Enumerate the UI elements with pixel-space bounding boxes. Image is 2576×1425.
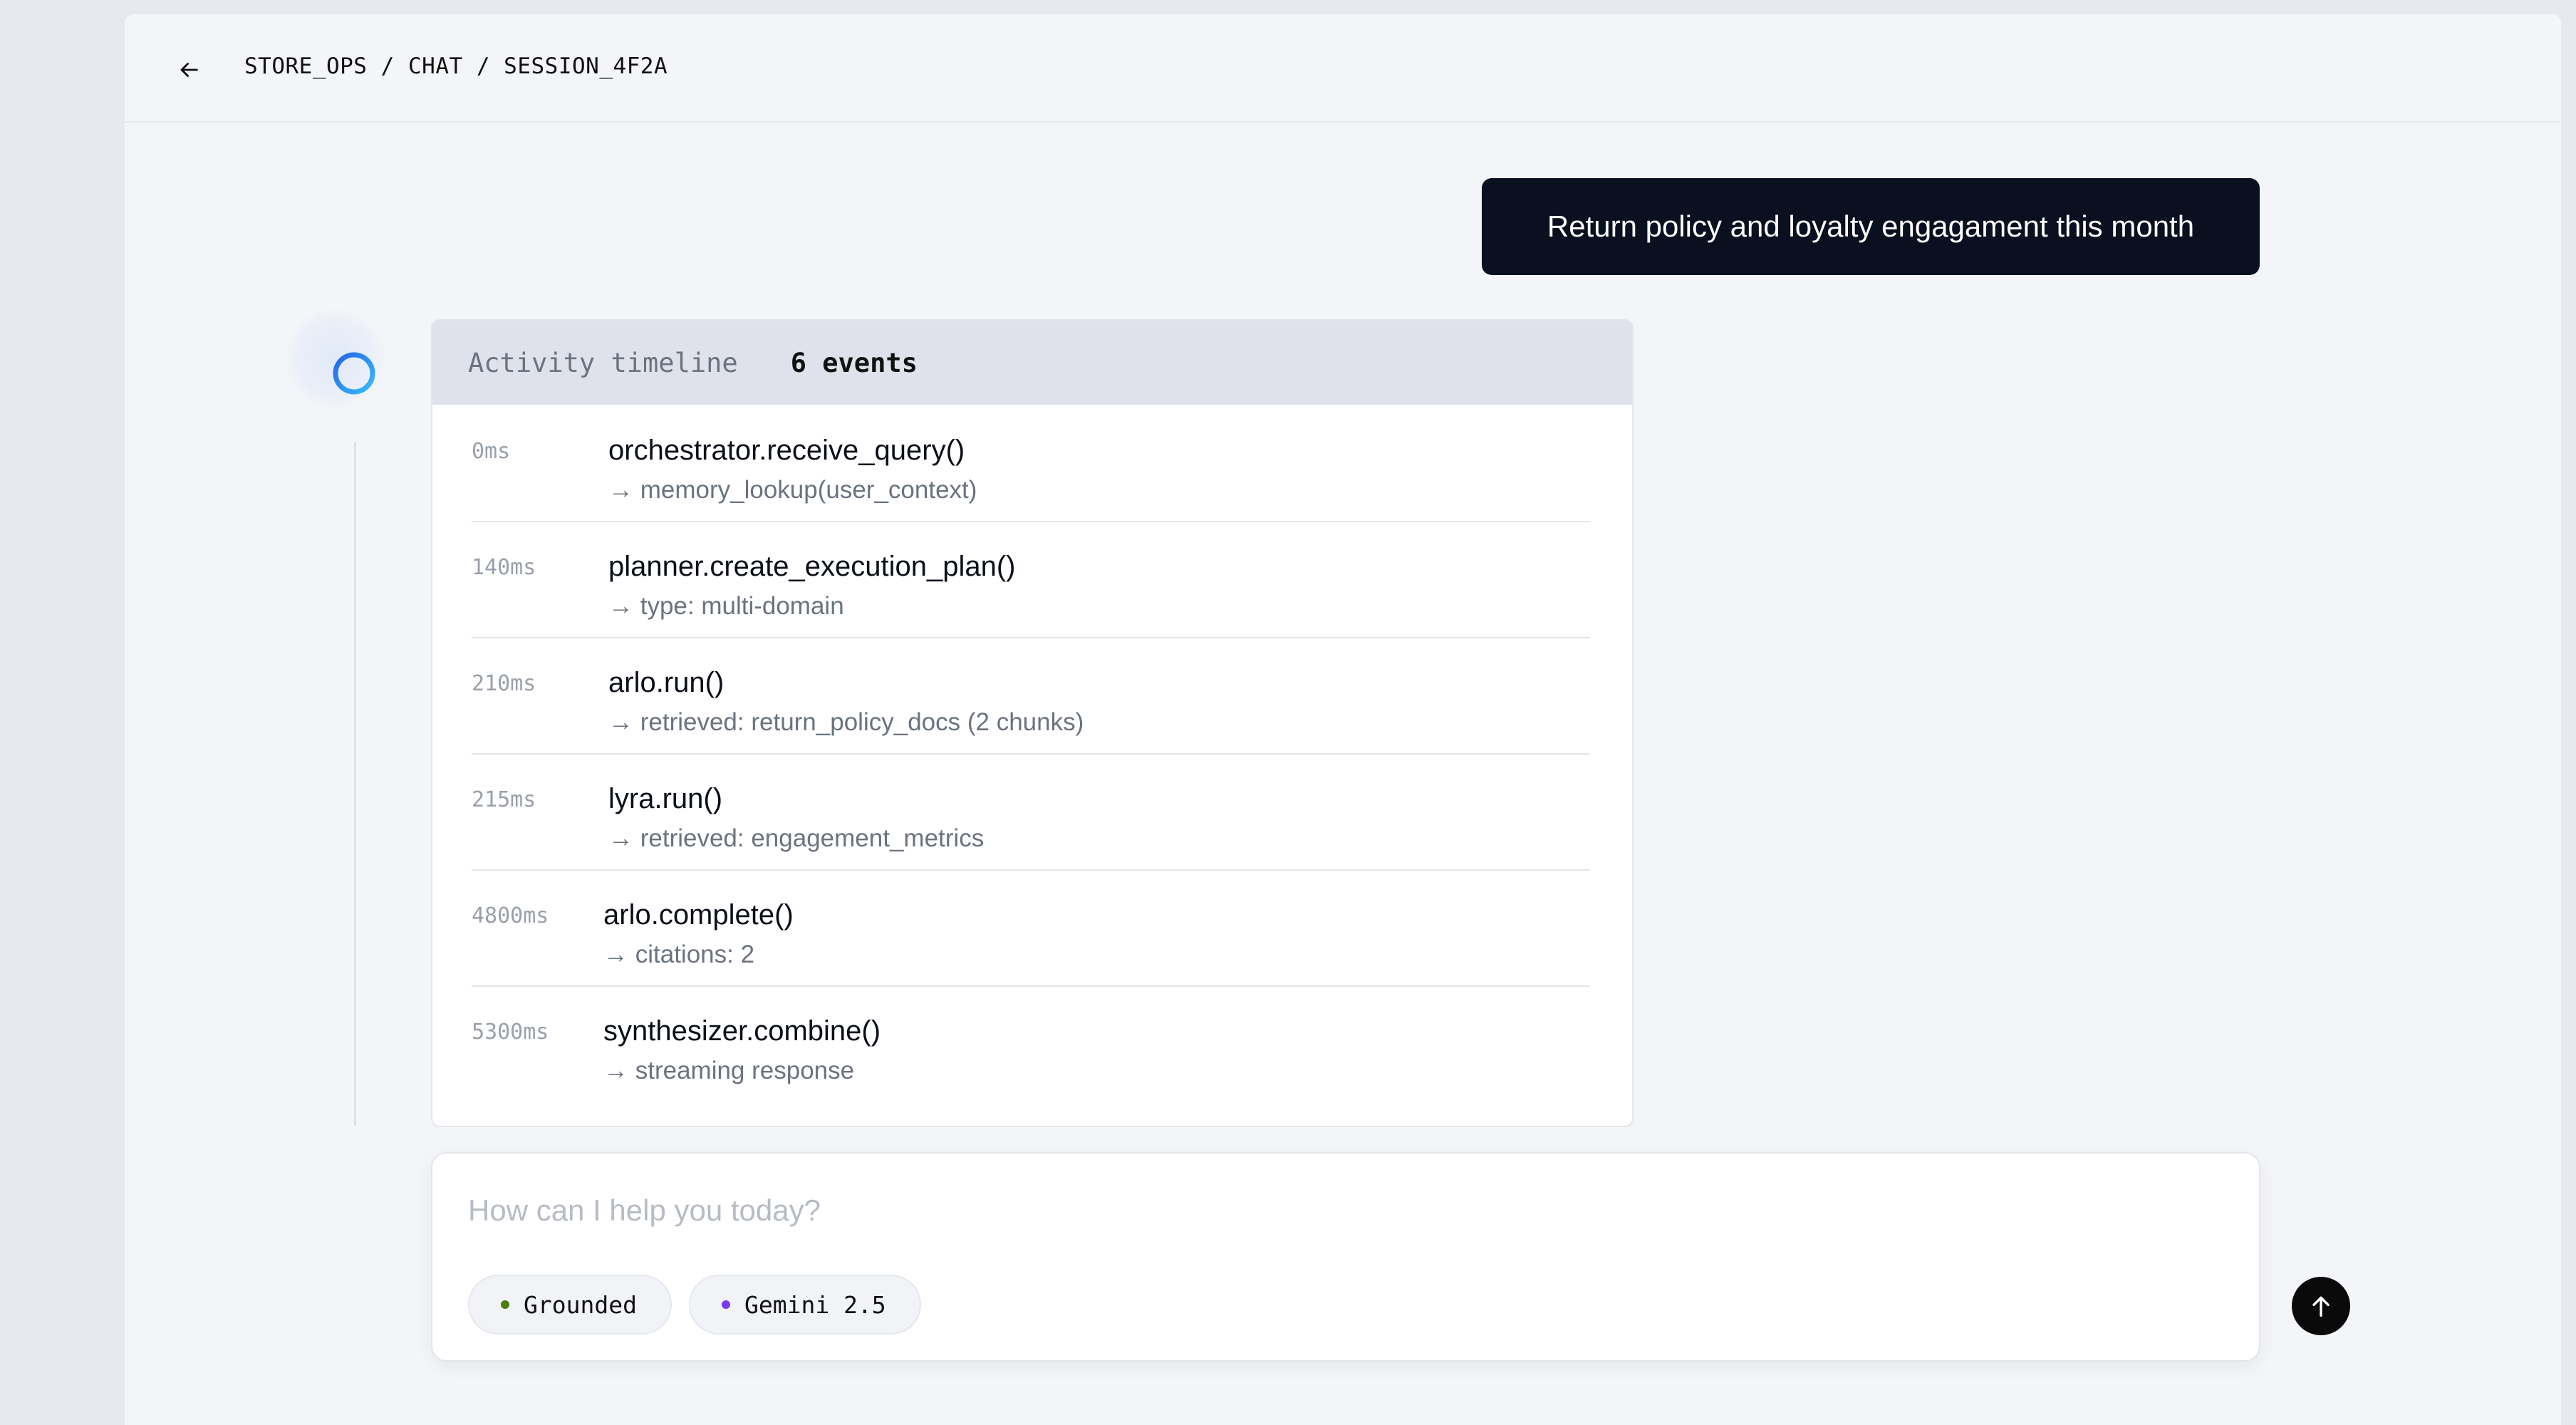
event-detail: → retrieved: engagement_metrics — [608, 824, 985, 852]
chat-window: STORE_OPS / CHAT / SESSION_4F2A Return p… — [125, 14, 2561, 1425]
breadcrumb-item-store-ops[interactable]: STORE_OPS — [244, 53, 367, 79]
event-detail: → memory_lookup(user_context) — [608, 476, 977, 504]
timeline-event: 140ms planner.create_execution_plan() → … — [472, 522, 1590, 638]
event-detail: → citations: 2 — [603, 940, 755, 968]
event-time: 210ms — [472, 671, 536, 696]
model-selector-chip[interactable]: Gemini 2.5 — [689, 1275, 921, 1335]
event-time: 4800ms — [472, 903, 549, 928]
back-button[interactable] — [167, 48, 210, 91]
timeline-event: 210ms arlo.run() → retrieved: return_pol… — [472, 638, 1590, 755]
grounded-chip-label: Grounded — [524, 1290, 637, 1319]
event-time: 5300ms — [472, 1020, 549, 1045]
message-input[interactable] — [468, 1189, 2178, 1232]
event-function: synthesizer.combine() — [603, 1015, 881, 1047]
model-chip-label: Gemini 2.5 — [744, 1290, 886, 1319]
timeline-event: 0ms orchestrator.receive_query() → memor… — [472, 406, 1590, 522]
event-detail: → type: multi-domain — [608, 592, 844, 620]
timeline-title: Activity timeline — [468, 347, 738, 378]
event-time: 140ms — [472, 555, 536, 580]
timeline-event-count: 6 events — [790, 347, 918, 378]
event-time: 0ms — [472, 439, 511, 464]
activity-timeline-header[interactable]: Activity timeline 6 events — [432, 321, 1632, 405]
user-message-bubble: Return policy and loyalty engagament thi… — [1482, 178, 2260, 275]
arrow-up-icon — [2312, 1296, 2330, 1317]
timeline-event: 215ms lyra.run() → retrieved: engagement… — [472, 755, 1590, 871]
send-button[interactable] — [2292, 1277, 2350, 1335]
event-function: arlo.run() — [608, 667, 724, 698]
event-detail: → streaming response — [603, 1057, 855, 1084]
activity-timeline-card: Activity timeline 6 events 0ms orchestra… — [431, 319, 1634, 1127]
loading-ring-icon — [333, 352, 375, 395]
grounded-chip[interactable]: Grounded — [468, 1275, 672, 1335]
model-dot-icon — [722, 1300, 730, 1309]
user-message-text: Return policy and loyalty engagament thi… — [1547, 209, 2195, 243]
thread-line — [354, 442, 356, 1126]
event-time: 215ms — [472, 787, 536, 812]
breadcrumb-separator: / — [476, 53, 490, 79]
status-dot-icon — [501, 1300, 509, 1309]
arrow-left-icon — [180, 63, 198, 77]
breadcrumb-item-chat[interactable]: CHAT — [408, 53, 463, 79]
event-function: lyra.run() — [608, 783, 723, 814]
event-function: orchestrator.receive_query() — [608, 435, 965, 466]
timeline-event: 5300ms synthesizer.combine() → streaming… — [472, 987, 1590, 1102]
breadcrumb-separator: / — [380, 53, 395, 79]
timeline-event: 4800ms arlo.complete() → citations: 2 — [472, 871, 1590, 987]
top-bar: STORE_OPS / CHAT / SESSION_4F2A — [125, 14, 2561, 123]
breadcrumb: STORE_OPS / CHAT / SESSION_4F2A — [244, 53, 668, 79]
event-detail: → retrieved: return_policy_docs (2 chunk… — [608, 708, 1084, 736]
event-function: planner.create_execution_plan() — [608, 551, 1016, 582]
breadcrumb-item-session: SESSION_4F2A — [504, 53, 668, 79]
message-composer: Grounded Gemini 2.5 — [431, 1152, 2350, 1362]
timeline-event-list: 0ms orchestrator.receive_query() → memor… — [472, 406, 1590, 1102]
event-function: arlo.complete() — [603, 899, 794, 931]
